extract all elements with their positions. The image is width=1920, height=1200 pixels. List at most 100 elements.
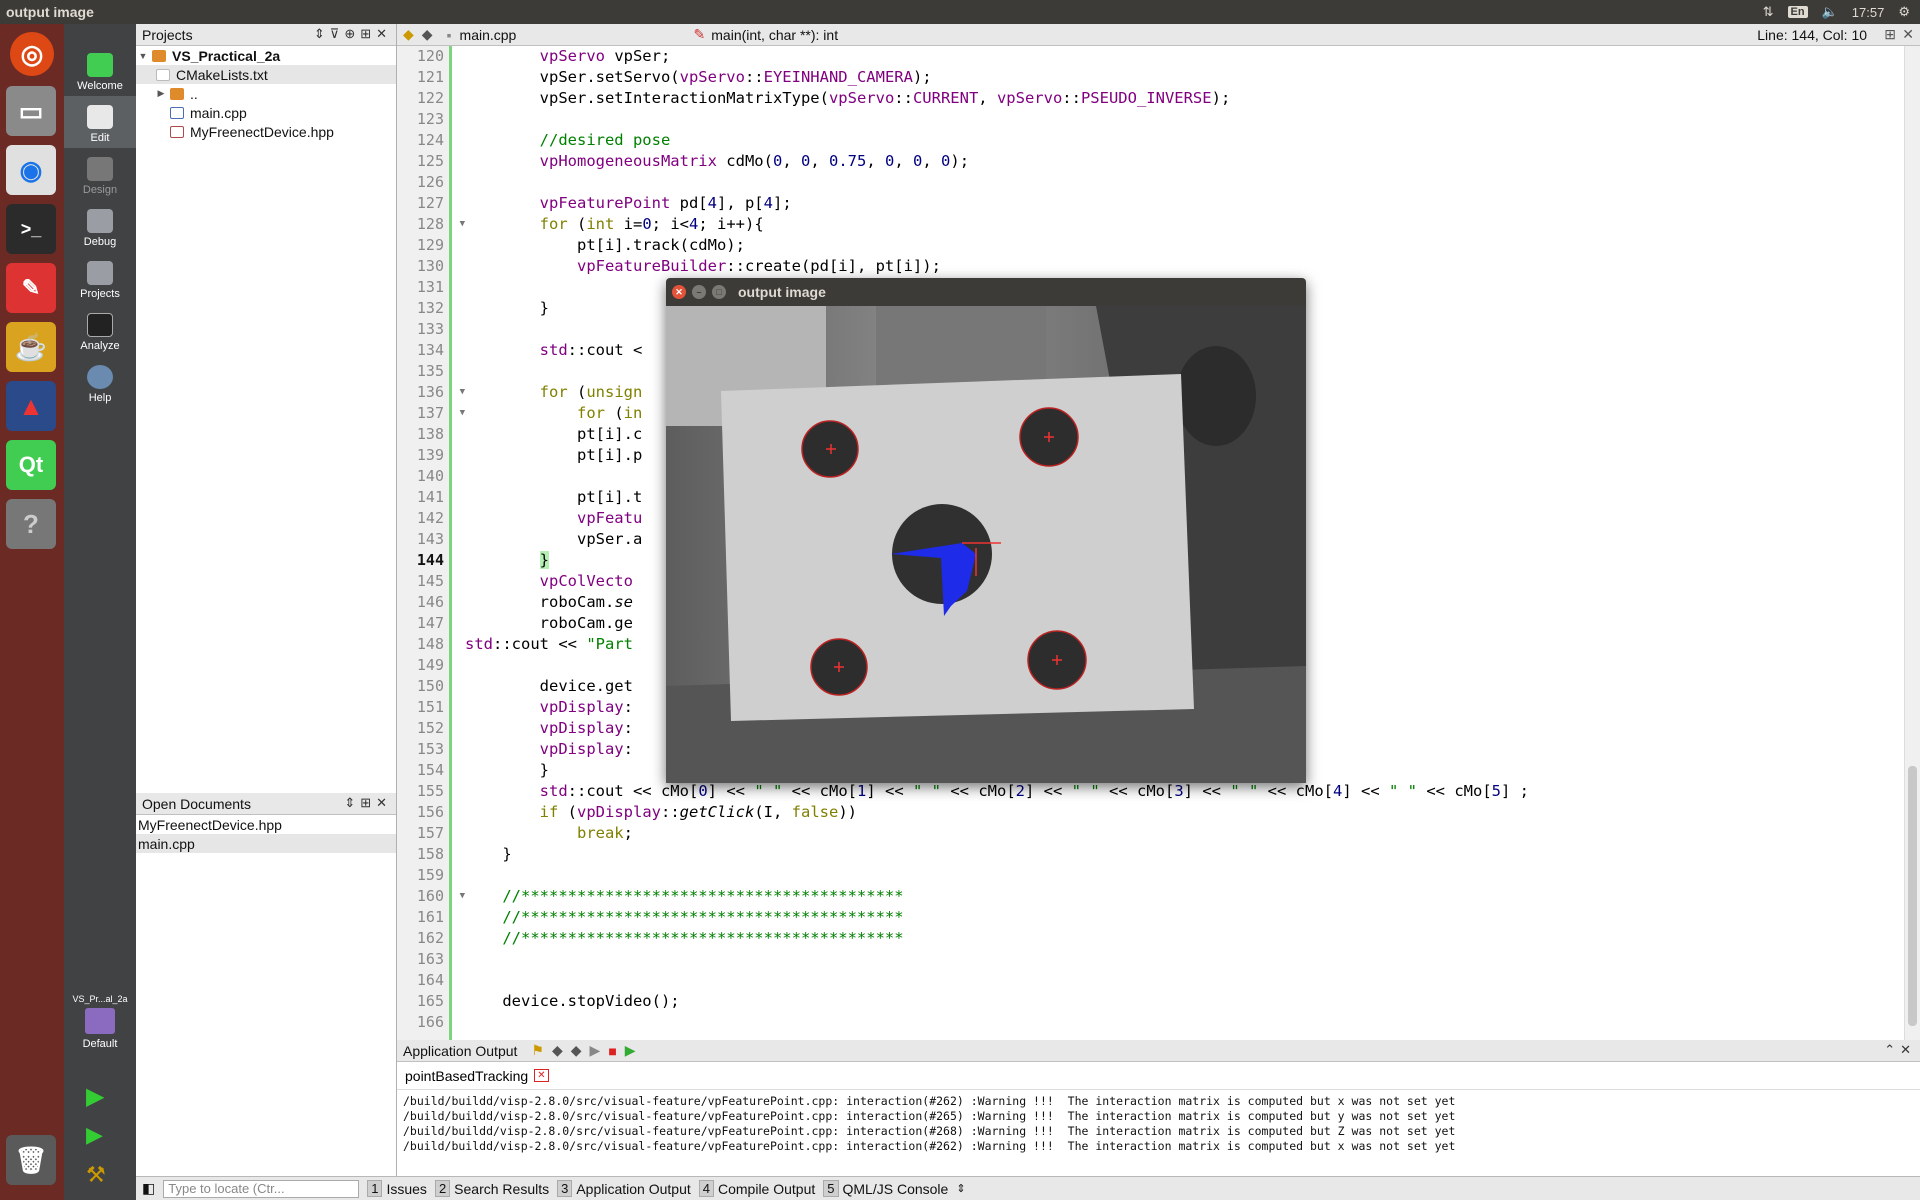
project-root[interactable]: ▼ VS_Practical_2a [136,46,396,65]
line-number: 149 [416,656,444,674]
line-number: 143 [416,530,444,548]
function-icon: ✎ [693,26,706,42]
pane-controls[interactable]: ⇕⊞✕ [344,795,392,811]
tree-item-parent[interactable]: ▶.. [136,84,396,103]
tab-issues[interactable]: 1 Issues [367,1180,427,1197]
mode-edit[interactable]: Edit [64,96,136,148]
kit-selector[interactable]: VS_Pr...al_2a Default [64,994,136,1050]
more-tabs-icon[interactable]: ⇕ [956,1182,965,1195]
debug-icon[interactable]: ▶ [625,1042,636,1059]
line-number: 160 ▼ [416,887,465,905]
status-bar: ◧ Type to locate (Ctr... 1 Issues 2 Search… [136,1176,1920,1200]
mode-help[interactable]: Help [64,356,136,408]
line-number: 155 [416,782,444,800]
keyboard-indicator[interactable]: En [1787,6,1808,18]
qtcreator-icon[interactable]: Qt [6,440,56,490]
power-icon[interactable]: ⚙ [1898,4,1910,20]
tree-item-hpp[interactable]: MyFreenectDevice.hpp [136,122,396,141]
line-number: 145 [416,572,444,590]
debug-run-button[interactable]: ▶ [86,1122,103,1148]
close-editor-icon[interactable]: ✕ [1902,26,1914,43]
network-icon[interactable]: ⇅ [1763,4,1774,20]
document-viewer-icon[interactable]: ✎ [6,263,56,313]
chrome-icon[interactable]: ◉ [6,145,56,195]
line-number: 122 [416,89,444,107]
prev-icon[interactable]: ◆ [552,1042,563,1059]
line-number: 131 [416,278,444,296]
ubuntu-dash-icon[interactable]: ◎ [10,32,54,76]
editor-toolbar: ◆ ◆ ▪ main.cpp ✎ main(int, char **): int… [397,24,1920,46]
line-number: 142 [416,509,444,527]
minimize-window-icon[interactable]: – [692,285,706,299]
mode-analyze[interactable]: Analyze [64,304,136,356]
next-icon[interactable]: ◆ [571,1042,582,1059]
output-text[interactable]: /build/buildd/visp-2.8.0/src/visual-feat… [397,1090,1920,1154]
teapot-icon[interactable]: ☕ [6,322,56,372]
tab-search-results[interactable]: 2 Search Results [434,1180,549,1197]
output-image-window[interactable]: ✕ – □ output image [666,278,1306,783]
editor-scrollbar[interactable] [1904,46,1920,1040]
line-number: 166 [416,1013,444,1031]
code-line: //**************************************… [502,887,904,905]
output-tab[interactable]: pointBasedTracking ✕ [397,1062,1920,1090]
mode-design[interactable]: Design [64,148,136,200]
open-doc-item[interactable]: main.cpp [136,834,396,853]
line-number: 163 [416,950,444,968]
output-pane: Application Output ⚑ ◆ ◆ ▶ ■ ▶ ⌃✕ pointB… [397,1040,1920,1176]
code-line: vpFeaturePoint pd[4], p[4]; [539,194,792,212]
code-line: if (vpDisplay::getClick(I, false)) [539,803,857,821]
symbol-selector[interactable]: main(int, char **): int [711,27,1751,43]
tab-application-output[interactable]: 3 Application Output [557,1180,691,1197]
mode-debug[interactable]: Debug [64,200,136,252]
stop-icon[interactable]: ■ [608,1043,616,1059]
split-icon[interactable]: ⊞ [1884,26,1896,43]
terminal-icon[interactable]: >_ [6,204,56,254]
forward-arrow-icon[interactable]: ◆ [422,26,433,43]
tree-item-cmakelists[interactable]: CMakeLists.txt [136,65,396,84]
locator-input[interactable]: Type to locate (Ctr... [163,1179,360,1198]
toggle-sidebar-icon[interactable]: ◧ [142,1180,155,1197]
trash-icon[interactable]: 🗑 [6,1135,56,1185]
line-number: 150 [416,677,444,695]
line-number: 133 [416,320,444,338]
expand-arrow-icon[interactable]: ▶ [154,88,168,99]
volume-icon[interactable]: 🔈 [1822,4,1838,20]
back-arrow-icon[interactable]: ◆ [403,26,414,43]
clock[interactable]: 17:57 [1852,5,1885,20]
line-number: 138 [416,425,444,443]
build-hammer-icon[interactable]: ⚒ [86,1162,106,1188]
close-tab-icon[interactable]: ✕ [534,1069,549,1082]
cpp-file-icon [170,106,184,119]
blender-icon[interactable]: ▲ [6,381,56,431]
project-folder-icon [152,49,166,62]
code-line: } [465,845,512,863]
run-button[interactable]: ▶ [86,1082,104,1111]
mode-projects[interactable]: Projects [64,252,136,304]
collapse-arrow-icon[interactable]: ▼ [136,51,150,61]
tree-item-main-cpp[interactable]: main.cpp [136,103,396,122]
files-icon[interactable]: ▭ [6,86,56,136]
scrollbar-thumb[interactable] [1908,766,1917,1026]
rerun-icon[interactable]: ▶ [590,1042,601,1059]
line-number: 159 [416,866,444,884]
tab-compile-output[interactable]: 4 Compile Output [698,1180,815,1197]
analyze-icon [87,313,113,337]
close-window-icon[interactable]: ✕ [672,285,686,299]
line-number: 148 [416,635,444,653]
dialog-titlebar[interactable]: ✕ – □ output image [666,278,1306,306]
design-icon [87,157,113,181]
line-number: 127 [416,194,444,212]
mode-welcome[interactable]: Welcome [64,24,136,96]
line-number: 156 [416,803,444,821]
cursor-position[interactable]: Line: 144, Col: 10 [1757,27,1867,43]
pane-controls[interactable]: ⌃✕ [1884,1042,1916,1058]
unknown-app-icon[interactable]: ? [6,499,56,549]
file-selector[interactable]: main.cpp [460,27,680,43]
attach-icon[interactable]: ⚑ [531,1042,544,1059]
maximize-window-icon[interactable]: □ [712,285,726,299]
tab-qml-console[interactable]: 5 QML/JS Console [823,1180,948,1197]
open-doc-item[interactable]: MyFreenectDevice.hpp [136,815,396,834]
monitor-icon [85,1008,115,1034]
pane-controls[interactable]: ⇕⊽⊕⊞✕ [314,26,392,42]
